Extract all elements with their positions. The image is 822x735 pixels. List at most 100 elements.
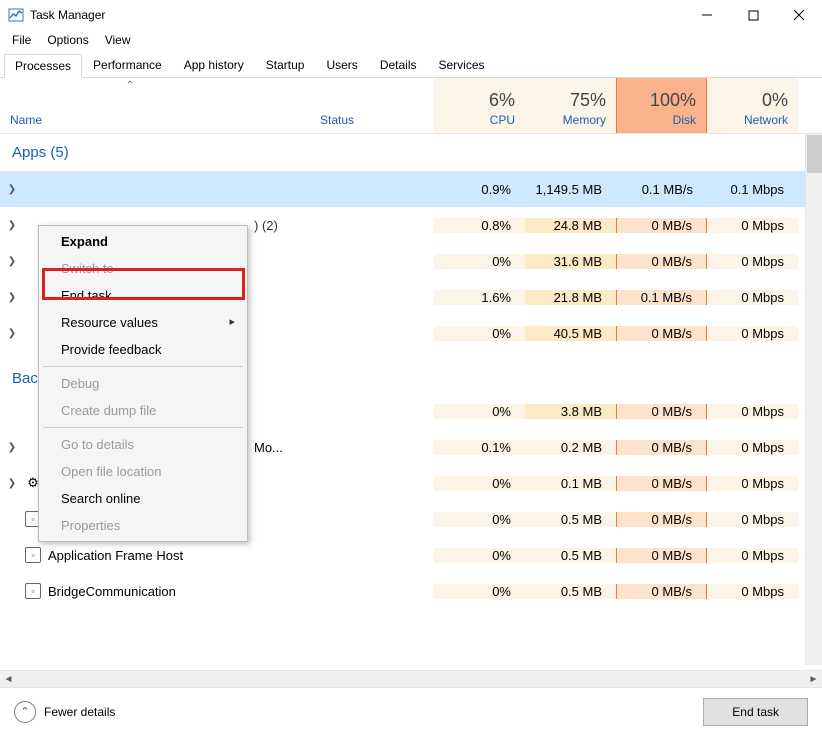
disk-label: Disk — [673, 113, 696, 127]
process-cpu: 1.6% — [434, 290, 525, 305]
chevron-right-icon: ❯ — [6, 442, 18, 453]
process-memory: 0.2 MB — [525, 440, 616, 455]
process-name: BridgeCommunication — [48, 584, 176, 599]
process-disk: 0 MB/s — [616, 218, 707, 233]
column-header-name[interactable]: ⌃ Name — [0, 78, 310, 133]
window-title: Task Manager — [30, 8, 105, 22]
column-headers: ⌃ Name Status 6% CPU 75% Memory 100% Dis… — [0, 78, 822, 134]
process-disk: 0 MB/s — [616, 404, 707, 419]
ctx-search-online[interactable]: Search online — [41, 485, 245, 512]
ctx-expand[interactable]: Expand — [41, 228, 245, 255]
ctx-create-dump: Create dump file — [41, 397, 245, 424]
process-cpu: 0.9% — [434, 182, 525, 197]
process-disk: 0 MB/s — [616, 584, 707, 599]
tab-processes[interactable]: Processes — [4, 54, 82, 78]
process-cpu: 0% — [434, 404, 525, 419]
tab-performance[interactable]: Performance — [82, 53, 173, 77]
close-button[interactable] — [776, 0, 822, 30]
chevron-right-icon: ❯ — [6, 184, 18, 195]
horizontal-scrollbar[interactable]: ◄ ► — [0, 670, 822, 687]
process-cpu: 0% — [434, 548, 525, 563]
process-row[interactable]: ❯ 0.9% 1,149.5 MB 0.1 MB/s 0.1 Mbps — [0, 171, 822, 207]
vertical-scrollbar[interactable] — [805, 134, 822, 665]
fewer-details-label: Fewer details — [44, 705, 115, 719]
ctx-separator — [43, 427, 243, 428]
window-controls — [684, 0, 822, 30]
process-cpu: 0% — [434, 326, 525, 341]
footer: ⌃ Fewer details End task — [0, 687, 822, 735]
process-disk: 0 MB/s — [616, 254, 707, 269]
process-row[interactable]: ❯▫Application Frame Host 0% 0.5 MB 0 MB/… — [0, 537, 822, 573]
process-disk: 0 MB/s — [616, 476, 707, 491]
cpu-percent: 6% — [489, 90, 515, 111]
process-name: ) (2) — [254, 218, 278, 233]
process-memory: 21.8 MB — [525, 290, 616, 305]
menu-file[interactable]: File — [6, 31, 37, 49]
process-cpu: 0% — [434, 254, 525, 269]
process-disk: 0 MB/s — [616, 548, 707, 563]
end-task-button[interactable]: End task — [703, 698, 808, 726]
process-disk: 0.1 MB/s — [616, 290, 707, 305]
chevron-right-icon: ❯ — [6, 478, 18, 489]
menu-view[interactable]: View — [99, 31, 137, 49]
memory-label: Memory — [563, 113, 606, 127]
tab-details[interactable]: Details — [369, 53, 428, 77]
ctx-separator — [43, 366, 243, 367]
menu-options[interactable]: Options — [41, 31, 94, 49]
process-disk: 0 MB/s — [616, 326, 707, 341]
tab-startup[interactable]: Startup — [255, 53, 316, 77]
menubar: File Options View — [0, 30, 822, 50]
app-icon — [8, 7, 24, 23]
chevron-right-icon: ❯ — [6, 220, 18, 231]
tab-services[interactable]: Services — [428, 53, 496, 77]
scroll-left-icon[interactable]: ◄ — [0, 671, 17, 687]
titlebar: Task Manager — [0, 0, 822, 30]
process-network: 0 Mbps — [707, 548, 798, 563]
maximize-button[interactable] — [730, 0, 776, 30]
process-memory: 24.8 MB — [525, 218, 616, 233]
process-memory: 31.6 MB — [525, 254, 616, 269]
chevron-right-icon: ❯ — [6, 328, 18, 339]
minimize-button[interactable] — [684, 0, 730, 30]
scroll-right-icon[interactable]: ► — [805, 671, 822, 687]
chevron-right-icon: ❯ — [6, 256, 18, 267]
chevron-right-icon: ❯ — [6, 292, 18, 303]
ctx-end-task[interactable]: End task — [41, 282, 245, 309]
process-network: 0 Mbps — [707, 512, 798, 527]
process-network: 0 Mbps — [707, 584, 798, 599]
column-header-status[interactable]: Status — [310, 78, 434, 133]
task-manager-window: Task Manager File Options View Processes… — [0, 0, 822, 735]
ctx-resource-values[interactable]: Resource values — [41, 309, 245, 336]
process-icon — [24, 180, 42, 198]
cpu-label: CPU — [490, 113, 515, 127]
process-cpu: 0% — [434, 476, 525, 491]
tab-users[interactable]: Users — [315, 53, 368, 77]
ctx-provide-feedback[interactable]: Provide feedback — [41, 336, 245, 363]
process-network: 0 Mbps — [707, 476, 798, 491]
column-status-label: Status — [320, 113, 424, 127]
process-row[interactable]: ❯▫BridgeCommunication 0% 0.5 MB 0 MB/s 0… — [0, 573, 822, 609]
process-disk: 0.1 MB/s — [616, 182, 707, 197]
process-memory: 1,149.5 MB — [525, 182, 616, 197]
process-cpu: 0.8% — [434, 218, 525, 233]
process-network: 0 Mbps — [707, 290, 798, 305]
process-memory: 3.8 MB — [525, 404, 616, 419]
column-header-disk[interactable]: 100% Disk — [616, 78, 707, 133]
process-network: 0 Mbps — [707, 440, 798, 455]
fewer-details-toggle[interactable]: ⌃ Fewer details — [14, 701, 115, 723]
process-memory: 0.5 MB — [525, 584, 616, 599]
process-network: 0 Mbps — [707, 254, 798, 269]
memory-percent: 75% — [570, 90, 606, 111]
ctx-debug: Debug — [41, 370, 245, 397]
process-disk: 0 MB/s — [616, 440, 707, 455]
ctx-properties: Properties — [41, 512, 245, 539]
tabstrip: Processes Performance App history Startu… — [0, 54, 822, 78]
process-memory: 0.5 MB — [525, 512, 616, 527]
column-header-cpu[interactable]: 6% CPU — [434, 78, 525, 133]
column-header-memory[interactable]: 75% Memory — [525, 78, 616, 133]
scrollbar-thumb[interactable] — [807, 135, 822, 173]
process-name: Application Frame Host — [48, 548, 183, 563]
tab-app-history[interactable]: App history — [173, 53, 255, 77]
network-percent: 0% — [762, 90, 788, 111]
column-header-network[interactable]: 0% Network — [707, 78, 798, 133]
